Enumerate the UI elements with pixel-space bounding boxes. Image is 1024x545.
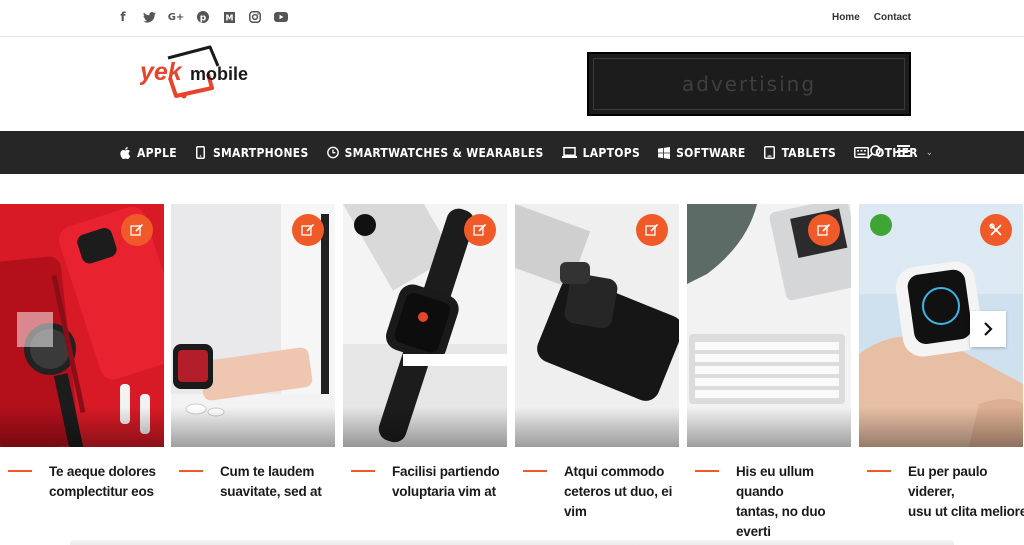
nav-item-smartwatches[interactable]: SMARTWATCHES & WEARABLES bbox=[326, 145, 544, 160]
smartphone-icon bbox=[195, 146, 207, 159]
category-dot bbox=[354, 214, 376, 236]
carousel-prev-button[interactable] bbox=[17, 312, 53, 347]
post-card[interactable]: 🗨︎ 0 👁︎ 85 ◷ 2 Min His eu ullum quando tanta… bbox=[687, 204, 851, 539]
nav-item-software[interactable]: SOFTWARE bbox=[658, 146, 746, 160]
post-title-row: Atqui commodo ceteros ut duo, ei vim bbox=[515, 462, 687, 522]
post-card[interactable]: 🗨︎ 0 👁︎ 127 ◷ 2 Min Cum te laudem suavitate,… bbox=[171, 204, 335, 504]
nav-item-smartphones[interactable]: SMARTPHONES bbox=[195, 146, 309, 160]
post-card[interactable]: 🗨︎ 0 👁︎ 122 ◷ 3 Min Facilisi partiendo volup… bbox=[343, 204, 507, 504]
post-title-row: His eu ullum quando tantas, no duo everti bbox=[687, 462, 859, 542]
clock-icon bbox=[326, 146, 339, 159]
contact-link[interactable]: Contact bbox=[874, 12, 911, 23]
post-title[interactable]: Cum te laudem suavitate, sed at bbox=[220, 462, 322, 502]
accent-dash bbox=[695, 470, 719, 472]
nav-label: SOFTWARE bbox=[676, 145, 746, 160]
instagram-icon[interactable] bbox=[248, 9, 262, 25]
medium-icon[interactable]: M bbox=[222, 9, 236, 25]
section-divider bbox=[70, 540, 954, 545]
nav-label: LAPTOPS bbox=[582, 145, 641, 160]
post-title[interactable]: His eu ullum quando tantas, no duo everti bbox=[736, 462, 859, 542]
site-logo[interactable]: yek mobile bbox=[138, 44, 265, 108]
post-title-row: Te aeque dolores complectitur eos bbox=[0, 462, 172, 502]
post-title-row: Cum te laudem suavitate, sed at bbox=[171, 462, 343, 502]
edit-icon[interactable] bbox=[464, 214, 496, 246]
post-title[interactable]: Eu per paulo viderer, usu ut clita melior… bbox=[908, 462, 1024, 522]
hamburger-menu-icon[interactable] bbox=[897, 145, 910, 157]
post-carousel: 🗨︎ 0 👁︎ 151 ◷ 2 Min Te aeque dolores complec… bbox=[0, 204, 1024, 539]
post-card[interactable]: 🗨︎ 0 👁︎ 151 ◷ 2 Min Te aeque dolores complec… bbox=[0, 204, 164, 504]
accent-dash bbox=[867, 470, 891, 472]
facebook-icon[interactable]: f bbox=[116, 9, 130, 25]
edit-icon[interactable] bbox=[808, 214, 840, 246]
edit-icon[interactable] bbox=[636, 214, 668, 246]
home-link[interactable]: Home bbox=[832, 12, 860, 23]
advertising-banner[interactable]: advertising bbox=[587, 52, 911, 116]
post-title-row: Eu per paulo viderer, usu ut clita melior… bbox=[859, 462, 1024, 522]
accent-dash bbox=[179, 470, 203, 472]
post-card[interactable]: 🗨︎ 0 👁︎ 87 ◷ 2 Min Eu per paulo viderer, usu… bbox=[859, 204, 1024, 519]
social-links: f G+ p M bbox=[116, 9, 288, 25]
top-links: Home Contact bbox=[832, 12, 911, 23]
accent-dash bbox=[523, 470, 547, 472]
tools-icon[interactable] bbox=[980, 214, 1012, 246]
youtube-icon[interactable] bbox=[274, 9, 288, 25]
post-title[interactable]: Te aeque dolores complectitur eos bbox=[49, 462, 156, 502]
accent-dash bbox=[8, 470, 32, 472]
nav-item-apple[interactable]: APPLE bbox=[119, 146, 177, 160]
chevron-down-icon: ⌄ bbox=[925, 147, 933, 158]
advertising-label: advertising bbox=[681, 72, 817, 96]
post-title[interactable]: Atqui commodo ceteros ut duo, ei vim bbox=[564, 462, 687, 522]
google-plus-icon[interactable]: G+ bbox=[168, 9, 185, 25]
search-icon[interactable] bbox=[866, 144, 882, 160]
top-bar: f G+ p M Home Contact bbox=[0, 0, 1024, 37]
nav-item-laptops[interactable]: LAPTOPS bbox=[561, 145, 641, 160]
svg-text:p: p bbox=[200, 14, 207, 24]
laptop-icon bbox=[561, 147, 577, 159]
logo-text-mobile: mobile bbox=[190, 64, 248, 84]
pinterest-icon[interactable]: p bbox=[196, 9, 210, 25]
tablet-icon bbox=[764, 146, 776, 159]
nav-label: SMARTPHONES bbox=[212, 145, 309, 160]
edit-icon[interactable] bbox=[292, 214, 324, 246]
nav-label: TABLETS bbox=[781, 145, 837, 160]
twitter-icon[interactable] bbox=[142, 9, 156, 25]
post-title-row: Facilisi partiendo voluptaria vim at bbox=[343, 462, 515, 502]
nav-item-tablets[interactable]: TABLETS bbox=[764, 146, 837, 160]
post-card[interactable]: 🗨︎ 0 👁︎ 85 ◷ 2 Min Atqui commodo ceteros ut … bbox=[515, 204, 679, 519]
carousel-next-button[interactable] bbox=[970, 311, 1006, 347]
accent-dash bbox=[351, 470, 375, 472]
post-title[interactable]: Facilisi partiendo voluptaria vim at bbox=[392, 462, 500, 502]
windows-icon bbox=[658, 146, 671, 159]
logo-text-yek: yek bbox=[140, 58, 183, 86]
category-dot bbox=[870, 214, 892, 236]
chevron-right-icon bbox=[984, 322, 993, 336]
nav-label: SMARTWATCHES & WEARABLES bbox=[344, 145, 544, 160]
nav-label: APPLE bbox=[137, 145, 177, 160]
svg-text:M: M bbox=[225, 13, 233, 22]
apple-icon bbox=[119, 146, 131, 159]
edit-icon[interactable] bbox=[121, 214, 153, 246]
